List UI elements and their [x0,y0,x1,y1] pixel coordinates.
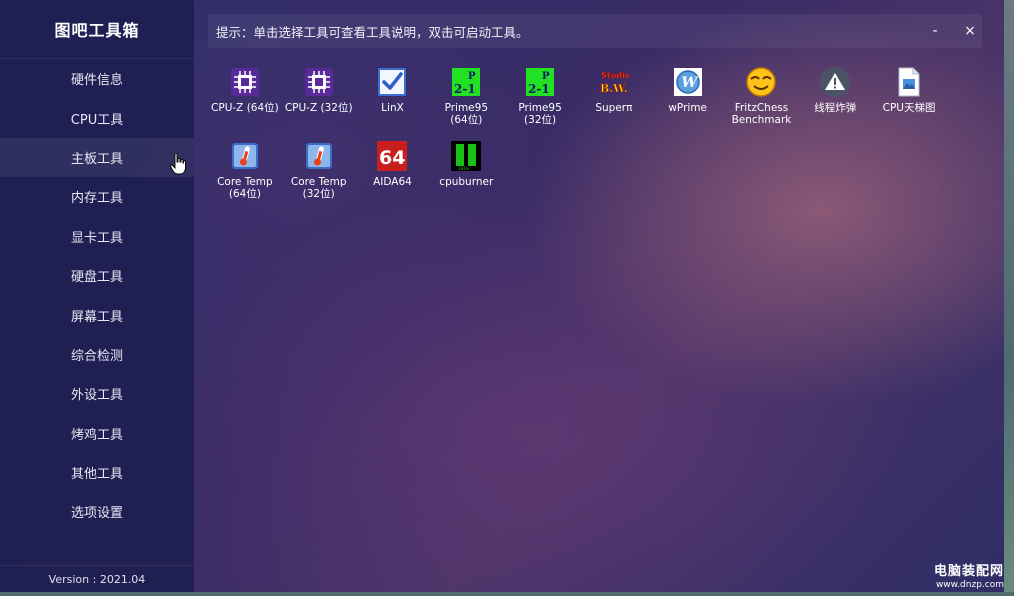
tool-label: CPU天梯图 [882,102,936,114]
tool-coretemp-32[interactable]: Core Temp (32位) [282,136,356,210]
watermark-sub: www.dnzp.com [935,580,1004,590]
tool-label: Prime95 (64位) [444,102,488,126]
tool-label: LinX [381,102,404,114]
tool-label: Superπ [595,102,633,114]
tool-coretemp-64[interactable]: Core Temp (64位) [208,136,282,210]
sidebar-item-other-tools[interactable]: 其他工具 [0,453,194,492]
cpuburner-icon: 101% [450,140,482,172]
minimize-button[interactable]: - [918,14,952,48]
tool-label: Prime95 (32位) [518,102,562,126]
tool-wprime[interactable]: W wPrime [651,62,725,136]
prime-bottom-text: 2-1 [454,82,476,96]
sidebar-item-peripheral-tools[interactable]: 外设工具 [0,374,194,413]
sidebar-nav: 硬件信息 CPU工具 主板工具 内存工具 显卡工具 硬盘工具 屏幕工具 综合检测… [0,59,194,532]
tool-thread-bomb[interactable]: 线程炸弹 [798,62,872,136]
tool-cpu-ladder[interactable]: CPU天梯图 [872,62,946,136]
wprime-icon: W [672,66,704,98]
wprime-text: W [681,75,698,91]
sidebar-item-screen-tools[interactable]: 屏幕工具 [0,295,194,334]
sidebar-item-gpu-tools[interactable]: 显卡工具 [0,217,194,256]
thermometer-icon [303,140,335,172]
fritzchess-icon [745,66,777,98]
linx-check-icon [376,66,408,98]
tool-fritzchess[interactable]: FritzChess Benchmark [725,62,799,136]
app-window: 图吧工具箱 硬件信息 CPU工具 主板工具 内存工具 显卡工具 硬盘工具 屏幕工… [0,0,1004,592]
superpi-bottom-text: B.W. [600,82,628,95]
hint-text: 提示：单击选择工具可查看工具说明，双击可启动工具。 [216,24,529,40]
prime95-icon: P 2-1 [524,66,556,98]
superpi-icon: Studio B.W. [598,66,630,98]
tool-label: AIDA64 [373,176,412,188]
thermometer-icon [229,140,261,172]
watermark-main: 电脑装配网 [933,564,1004,579]
sidebar-item-memory-tools[interactable]: 内存工具 [0,177,194,216]
tool-superpi[interactable]: Studio B.W. Superπ [577,62,651,136]
tool-cpuz-64[interactable]: CPU-Z (64位) [208,62,282,136]
sidebar-item-stress-tools[interactable]: 烤鸡工具 [0,414,194,453]
tool-label: CPU-Z (32位) [284,102,353,114]
sidebar-item-motherboard-tools[interactable]: 主板工具 [0,137,194,178]
aida-text: 64 [379,147,405,169]
version-label: Version : 2021.04 [0,565,194,592]
aida64-icon: 64 [376,140,408,172]
cpu-z-icon [303,66,335,98]
desktop-background-strip [1004,0,1014,596]
prime-top-text: P [542,71,550,82]
cpuburner-text: 101% [458,166,469,172]
prime-top-text: P [468,71,476,82]
tool-cpuz-32[interactable]: CPU-Z (32位) [282,62,356,136]
warning-icon [819,66,851,98]
tool-grid: CPU-Z (64位) CPU-Z (32位) LinX P 2-1 Prime… [208,62,988,210]
tool-label: CPU-Z (64位) [211,102,279,114]
sidebar: 图吧工具箱 硬件信息 CPU工具 主板工具 内存工具 显卡工具 硬盘工具 屏幕工… [0,0,194,592]
prime95-icon: P 2-1 [450,66,482,98]
tool-label: wPrime [668,102,708,114]
tool-linx[interactable]: LinX [356,62,430,136]
sidebar-item-disk-tools[interactable]: 硬盘工具 [0,256,194,295]
app-title: 图吧工具箱 [0,0,194,59]
image-file-icon [893,66,925,98]
desktop-background-bottom [0,592,1014,596]
tool-cpuburner[interactable]: 101% cpuburner [429,136,503,210]
tool-prime95-32[interactable]: P 2-1 Prime95 (32位) [503,62,577,136]
main-panel: 提示：单击选择工具可查看工具说明，双击可启动工具。 - × CPU-Z (64位… [194,0,1004,592]
site-watermark: 电脑装配网 www.dnzp.com [934,560,1004,590]
tool-aida64[interactable]: 64 AIDA64 [356,136,430,210]
sidebar-item-comprehensive-test[interactable]: 综合检测 [0,335,194,374]
hint-bar: 提示：单击选择工具可查看工具说明，双击可启动工具。 [208,14,982,48]
tool-label: FritzChess Benchmark [731,102,792,126]
sidebar-item-options[interactable]: 选项设置 [0,492,194,531]
hand-cursor-icon [170,153,186,175]
superpi-top-text: Studio [601,71,629,80]
sidebar-item-cpu-tools[interactable]: CPU工具 [0,98,194,137]
tool-label: Core Temp (32位) [290,176,347,200]
cpu-z-icon [229,66,261,98]
tool-label: Core Temp (64位) [217,176,273,200]
tool-label: cpuburner [439,176,494,188]
tool-prime95-64[interactable]: P 2-1 Prime95 (64位) [429,62,503,136]
sidebar-item-hardware-info[interactable]: 硬件信息 [0,59,194,98]
tool-label: 线程炸弹 [814,102,857,114]
close-button[interactable]: × [953,14,987,48]
prime-bottom-text: 2-1 [528,82,550,96]
